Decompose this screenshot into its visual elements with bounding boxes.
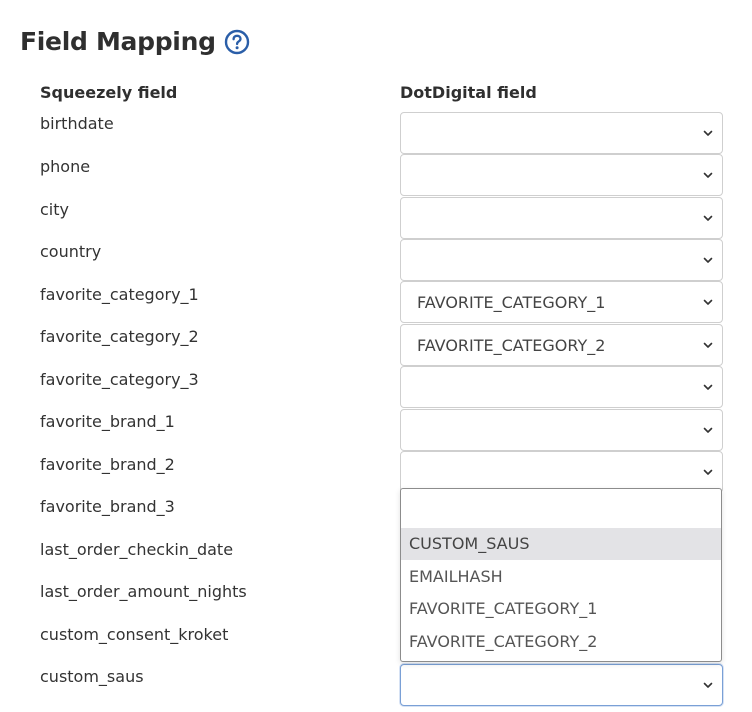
dropdown-option[interactable]: CUSTOM_SAUS — [401, 528, 721, 560]
select-value: FAVORITE_CATEGORY_2 — [417, 335, 606, 355]
chevron-down-icon — [703, 257, 713, 263]
field-select-dropdown[interactable]: CUSTOM_SAUS EMAILHASH FAVORITE_CATEGORY_1 F… — [400, 488, 722, 662]
squeezely-field-label: favorite_brand_1 — [40, 412, 175, 431]
dotdigital-field-select[interactable] — [400, 197, 723, 239]
dotdigital-field-select[interactable] — [400, 451, 723, 493]
squeezely-field-label: last_order_amount_nights — [40, 582, 247, 601]
dotdigital-field-select[interactable] — [400, 664, 723, 706]
dotdigital-field-select[interactable] — [400, 154, 723, 196]
squeezely-field-label: favorite_category_3 — [40, 370, 199, 389]
dropdown-option[interactable]: EMAILHASH — [401, 561, 721, 593]
squeezely-field-header: Squeezely field — [40, 83, 178, 102]
squeezely-field-label: favorite_brand_2 — [40, 455, 175, 474]
chevron-down-icon — [703, 682, 713, 688]
page-title: Field Mapping — [20, 27, 216, 56]
chevron-down-icon — [703, 299, 713, 305]
dropdown-search-input[interactable] — [401, 489, 721, 521]
dotdigital-field-select[interactable]: FAVORITE_CATEGORY_2 — [400, 324, 723, 366]
dotdigital-field-select[interactable] — [400, 239, 723, 281]
section-header: Field Mapping — [20, 27, 250, 56]
chevron-down-icon — [703, 130, 713, 136]
squeezely-field-label: last_order_checkin_date — [40, 540, 234, 559]
squeezely-field-label: favorite_category_2 — [40, 327, 199, 346]
select-value: FAVORITE_CATEGORY_1 — [417, 292, 606, 312]
dotdigital-field-select[interactable]: FAVORITE_CATEGORY_1 — [400, 281, 723, 323]
dotdigital-field-select[interactable] — [400, 112, 723, 154]
question-circle-icon[interactable] — [224, 29, 250, 55]
chevron-down-icon — [703, 469, 713, 475]
squeezely-field-label: birthdate — [40, 114, 114, 133]
dropdown-option[interactable]: FAVORITE_CATEGORY_1 — [401, 593, 721, 625]
chevron-down-icon — [703, 215, 713, 221]
squeezely-field-label: city — [40, 200, 69, 219]
squeezely-field-label: country — [40, 242, 102, 261]
chevron-down-icon — [703, 427, 713, 433]
chevron-down-icon — [703, 172, 713, 178]
dropdown-option[interactable]: FAVORITE_CATEGORY_2 — [401, 626, 721, 658]
dotdigital-field-select[interactable] — [400, 409, 723, 451]
squeezely-field-label: phone — [40, 157, 91, 176]
squeezely-field-label: favorite_category_1 — [40, 285, 199, 304]
dotdigital-field-select[interactable] — [400, 366, 723, 408]
chevron-down-icon — [703, 342, 713, 348]
chevron-down-icon — [703, 384, 713, 390]
squeezely-field-label: custom_saus — [40, 667, 144, 686]
squeezely-field-label: favorite_brand_3 — [40, 497, 175, 516]
squeezely-field-label: custom_consent_kroket — [40, 625, 229, 644]
dotdigital-field-header: DotDigital field — [400, 83, 537, 102]
